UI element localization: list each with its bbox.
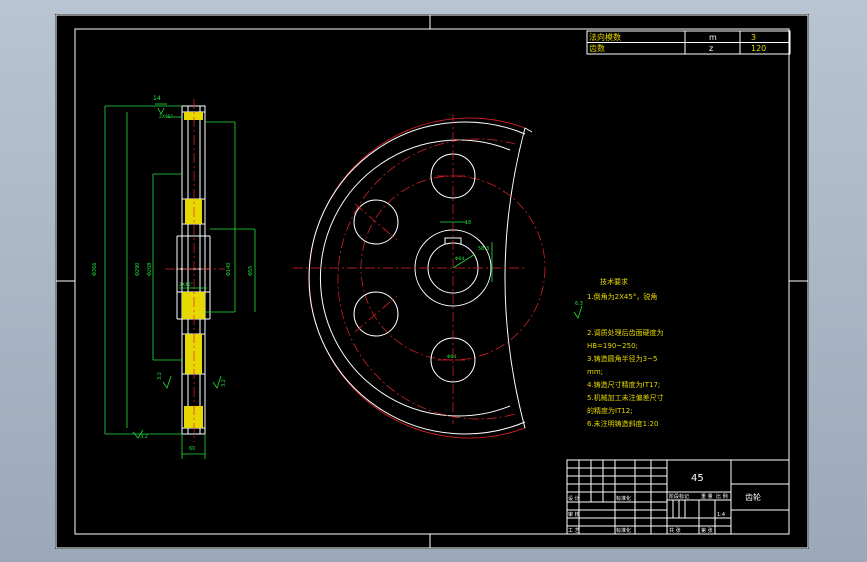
cell-process: 工 艺: [568, 528, 580, 534]
req-item-2: 2.调质处理后齿面硬度为: [587, 328, 664, 337]
module-symbol: m: [709, 33, 717, 42]
dim-tip-diameter: Φ366: [92, 263, 98, 276]
cell-total-sheets: 共 张: [669, 527, 681, 534]
cell-scale: 比 例: [716, 493, 728, 500]
dim-hole-diameter: Φ64: [455, 256, 464, 262]
cell-scale-value: 1:4: [717, 512, 725, 518]
teeth-label: 齿数: [589, 43, 605, 53]
requirements-title: 技术要求: [600, 277, 628, 286]
cell-stage-mark: 阶段标记: [669, 493, 689, 500]
dim-bore-diameter: Φ55: [248, 266, 254, 276]
req-item-9: 6.未注明铸造斜度1:20: [587, 419, 658, 428]
req-item-7: 5.机械加工未注偏差尺寸: [587, 393, 664, 402]
rough-b: 3.2: [221, 379, 227, 387]
req-item-5: mm;: [587, 368, 603, 376]
section-view: [165, 99, 225, 442]
module-label: 法向模数: [589, 32, 621, 42]
rough-c: 3.2: [140, 434, 148, 440]
dim-top-width: 14: [153, 95, 161, 102]
dim-chamfer-2: 2X45°: [179, 282, 193, 288]
dim-hole-bottom: Φ64: [447, 354, 456, 360]
dim-web-diameter: Φ208: [147, 263, 153, 276]
material-label: 45: [691, 473, 704, 484]
technical-requirements: 技术要求 6.3 1.倒角为2X45°，锐角 2.调质处理后齿面硬度为 HB=1…: [573, 277, 664, 428]
hatch-rim-lower: [184, 406, 203, 428]
cell-review: 审 核: [568, 511, 580, 518]
req-item-8: 的精度为IT12;: [587, 406, 633, 415]
section-dimensions: Φ366 Φ290 Φ208 Φ140 Φ55 14 2X45° 2X45° 3…: [92, 95, 256, 459]
cell-approve: 标准化: [616, 527, 631, 534]
teeth-symbol: z: [709, 44, 713, 53]
req-item-6: 4.铸造尺寸精度为IT17;: [587, 380, 660, 389]
hatch-web-lower: [185, 334, 202, 374]
module-value: 3: [751, 33, 756, 42]
dim-key-width: 16: [465, 220, 471, 226]
teeth-value: 120: [751, 44, 766, 53]
dim-hub-diameter: Φ140: [226, 263, 232, 276]
dim-root-diameter: Φ290: [135, 263, 141, 276]
req-item-3: HB=190~250;: [587, 342, 638, 350]
req-item-4: 3.铸造圆角半径为3~5: [587, 354, 657, 363]
rough-a: 3.2: [157, 372, 163, 380]
cell-design: 设 计: [568, 495, 580, 502]
hatch-rim-upper: [184, 112, 203, 120]
hatch-web-upper: [185, 199, 202, 224]
cell-standardization: 标准化: [616, 495, 631, 502]
front-view: [293, 114, 546, 439]
req-item-1: 1.倒角为2X45°，锐角: [587, 292, 657, 301]
cell-sheet-no: 第 张: [701, 527, 713, 534]
dim-bottom-width: 60: [189, 446, 195, 452]
parameter-table: 法向模数 m 3 齿数 z 120: [586, 30, 791, 55]
dim-key-depth: 58.3: [478, 246, 489, 252]
rough-global: 6.3: [575, 301, 583, 307]
cell-weight: 重 量: [701, 493, 713, 500]
part-name-label: 齿轮: [745, 492, 761, 502]
drawing-canvas: 法向模数 m 3 齿数 z 120 Φ366 Φ290 Φ208 Φ140 Φ5…: [55, 14, 809, 549]
cad-viewport[interactable]: 法向模数 m 3 齿数 z 120 Φ366 Φ290 Φ208 Φ140 Φ5…: [55, 14, 809, 549]
hatch-hub: [182, 292, 205, 319]
title-block: 45 齿轮 设 计 标准化 审 核 工 艺 标准化 阶段标记 重 量 比 例 1…: [566, 459, 790, 535]
